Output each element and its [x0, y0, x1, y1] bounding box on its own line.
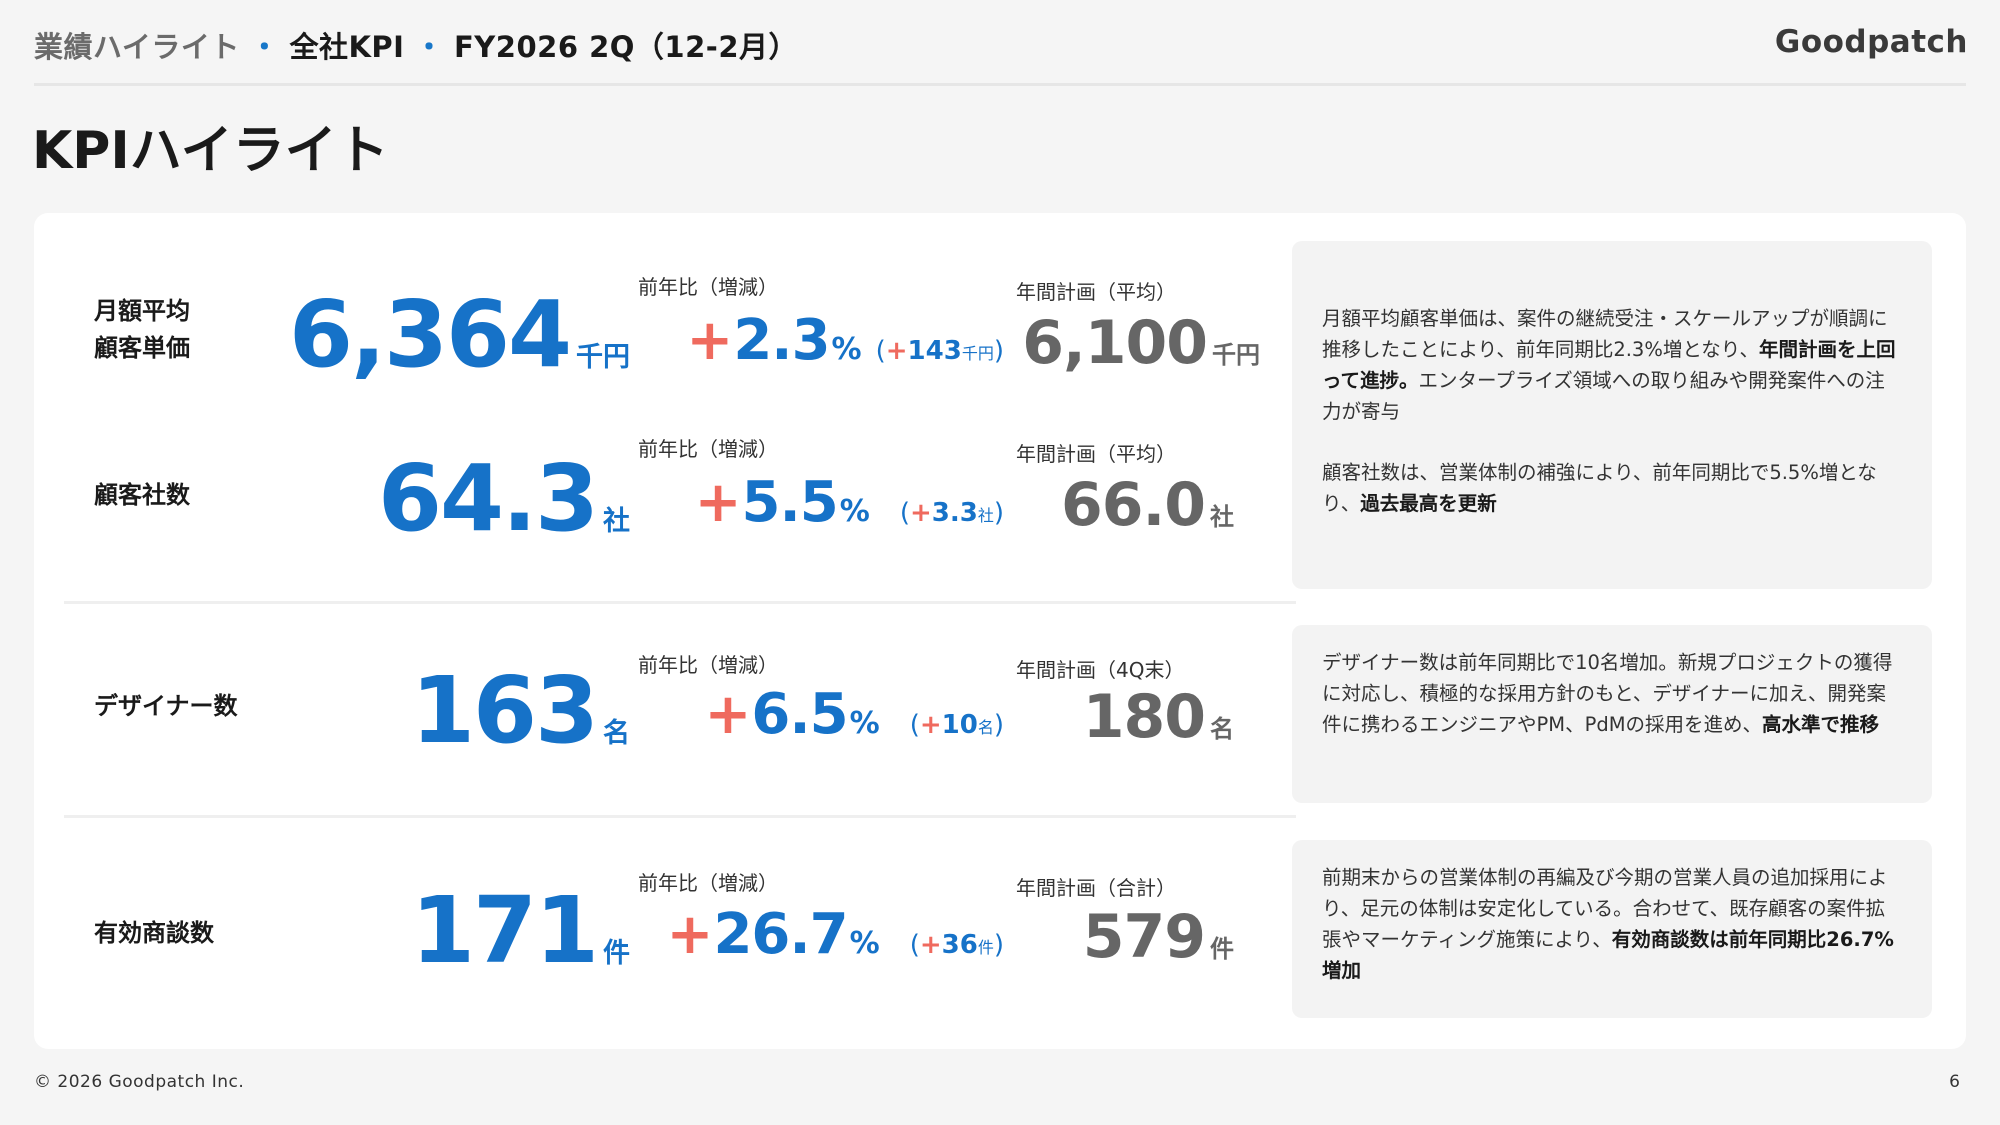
plan-label: 年間計画（平均）: [1016, 280, 1176, 304]
note-paragraph: デザイナー数は前年同期比で10名増加。新規プロジェクトの獲得に対応し、積極的な採…: [1322, 651, 1893, 736]
plan-label: 年間計画（平均）: [1016, 442, 1176, 466]
header-divider: [34, 83, 1966, 86]
row-divider: [64, 601, 1296, 604]
row-divider: [64, 815, 1296, 818]
copyright: © 2026 Goodpatch Inc.: [34, 1072, 245, 1092]
kpi-delta-client-count: (+3.3社): [899, 498, 1004, 528]
kpi-plan-unit-price: 6,100 千円: [1022, 308, 1260, 378]
kpi-yoy-client-count: +5.5% (+3.3社): [694, 470, 1004, 535]
kpi-value-client-count: 64.3 社: [378, 445, 630, 552]
kpi-delta-unit-price: (+143千円): [875, 336, 1004, 366]
kpi-delta-designers: (+10名): [909, 710, 1004, 740]
note-opportunities: 前期末からの営業体制の再編及び今期の営業人員の追加採用により、足元の体制は安定化…: [1292, 840, 1932, 1018]
kpi-plan-client-count: 66.0 社: [1060, 470, 1234, 540]
kpi-delta-opportunities: (+36件): [909, 930, 1004, 960]
breadcrumb-section: 業績ハイライト: [34, 30, 240, 64]
kpi-card: 月額平均 顧客単価 6,364 千円 前年比（増減） +2.3% (+143千円)…: [34, 213, 1966, 1049]
kpi-plan-opportunities: 579 件: [1082, 902, 1234, 972]
breadcrumb-topic: 全社KPI: [289, 30, 405, 64]
kpi-yoy-opportunities: +26.7% (+36件): [666, 902, 1004, 967]
breadcrumb: 業績ハイライト・全社KPI ・ FY2026 2Q（12-2月）: [34, 24, 798, 66]
plan-label: 年間計画（4Q末）: [1016, 658, 1185, 682]
breadcrumb-period: FY2026 2Q（12-2月）: [453, 30, 799, 64]
slide: 業績ハイライト・全社KPI ・ FY2026 2Q（12-2月） Goodpatch…: [0, 0, 2000, 1125]
kpi-label-unit-price: 月額平均 顧客単価: [94, 297, 190, 362]
kpi-label-client-count: 顧客社数: [94, 481, 190, 509]
note-paragraph: 月額平均顧客単価は、案件の継続受注・スケールアップが順調に推移したことにより、前…: [1322, 307, 1896, 423]
kpi-label-designers: デザイナー数: [94, 692, 238, 720]
plan-label: 年間計画（合計）: [1016, 876, 1176, 900]
kpi-value-opportunities: 171 件: [410, 877, 630, 984]
note-paragraph: 前期末からの営業体制の再編及び今期の営業人員の追加採用により、足元の体制は安定化…: [1322, 866, 1894, 982]
kpi-yoy-unit-price: +2.3% (+143千円): [686, 308, 1004, 373]
yoy-label: 前年比（増減）: [638, 437, 778, 461]
kpi-value-unit-price: 6,364 千円: [288, 281, 630, 388]
page-title: KPIハイライト: [32, 121, 389, 181]
yoy-label: 前年比（増減）: [638, 871, 778, 895]
page-number: 6: [1949, 1072, 1960, 1092]
kpi-label-opportunities: 有効商談数: [94, 919, 214, 947]
yoy-label: 前年比（増減）: [638, 653, 778, 677]
breadcrumb-separator: ・: [249, 30, 280, 64]
note-designers: デザイナー数は前年同期比で10名増加。新規プロジェクトの獲得に対応し、積極的な採…: [1292, 625, 1932, 803]
kpi-value-designers: 163 名: [410, 657, 630, 764]
note-price-clients: 月額平均顧客単価は、案件の継続受注・スケールアップが順調に推移したことにより、前…: [1292, 241, 1932, 589]
goodpatch-logo: Goodpatch: [1774, 24, 1968, 60]
kpi-plan-designers: 180 名: [1082, 682, 1234, 752]
yoy-label: 前年比（増減）: [638, 275, 778, 299]
breadcrumb-separator: ・: [414, 30, 444, 64]
note-paragraph: 顧客社数は、営業体制の補強により、前年同期比で5.5%増となり、過去最高を更新: [1322, 461, 1877, 515]
kpi-yoy-designers: +6.5% (+10名): [704, 682, 1005, 747]
